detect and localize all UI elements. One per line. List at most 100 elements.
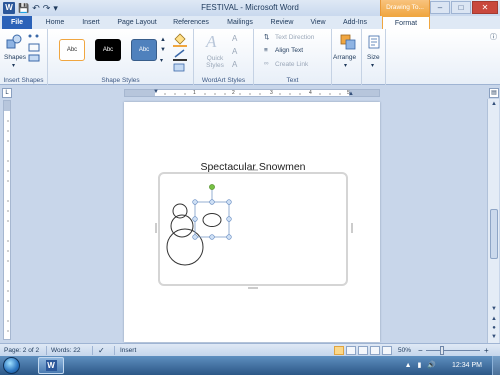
text-direction-button[interactable]: Text Direction bbox=[275, 34, 314, 41]
arrange-button[interactable]: Arrange bbox=[333, 54, 356, 61]
create-link-button[interactable]: Create Link bbox=[275, 61, 308, 68]
group-arrange: Arrange ▾ bbox=[332, 29, 362, 85]
quick-styles-button[interactable]: Quick Styles bbox=[204, 55, 226, 69]
group-insert-shapes: Shapes ▾ Insert Shapes bbox=[0, 29, 48, 85]
shape-style-3[interactable]: Abc bbox=[131, 39, 157, 61]
zoom-slider-thumb[interactable] bbox=[440, 346, 444, 355]
size-icon[interactable] bbox=[367, 34, 381, 50]
redo-icon[interactable]: ↷ bbox=[43, 2, 51, 14]
web-layout-icon[interactable] bbox=[358, 346, 368, 355]
shapes-dropdown-icon[interactable]: ▾ bbox=[12, 62, 15, 69]
edit-shape-icon[interactable] bbox=[27, 33, 41, 63]
shape-style-1[interactable]: Abc bbox=[59, 39, 85, 61]
resize-handles[interactable] bbox=[192, 199, 232, 240]
tab-insert[interactable]: Insert bbox=[76, 16, 106, 29]
shapes-button[interactable]: Shapes bbox=[4, 54, 26, 61]
styles-more-icon[interactable]: ▾ bbox=[160, 57, 163, 64]
shapes-icon[interactable] bbox=[6, 34, 22, 50]
scroll-up-icon[interactable]: ▲ bbox=[489, 100, 499, 109]
next-page-icon[interactable]: ▼ bbox=[489, 333, 499, 342]
system-tray-icons[interactable]: ▲ ▮ 🔊 bbox=[405, 361, 438, 369]
ruler-number: 3 bbox=[270, 90, 273, 96]
align-text-button[interactable]: Align Text bbox=[275, 47, 303, 54]
shape-style-2[interactable]: Abc bbox=[95, 39, 121, 61]
tab-selector[interactable]: L bbox=[2, 88, 12, 98]
zoom-slider[interactable] bbox=[426, 350, 480, 351]
previous-page-icon[interactable]: ▲ bbox=[489, 315, 499, 324]
drawing-canvas-shapes[interactable] bbox=[154, 168, 354, 290]
window-title: FESTIVAL - Microsoft Word bbox=[201, 3, 299, 12]
right-indent-marker-icon[interactable]: ▲ bbox=[348, 91, 354, 97]
group-text: ⇅ Text Direction ≡ Align Text ∞ Create L… bbox=[254, 29, 332, 85]
tab-add-ins[interactable]: Add-Ins bbox=[338, 16, 372, 29]
rotation-handle[interactable] bbox=[209, 184, 215, 190]
text-outline-icon[interactable]: A bbox=[232, 47, 237, 56]
selected-oval-shape[interactable] bbox=[202, 213, 222, 227]
scroll-down-icon[interactable]: ▼ bbox=[489, 305, 499, 314]
taskbar-word-button[interactable]: W bbox=[38, 357, 64, 374]
snowman-head-circle[interactable] bbox=[172, 203, 188, 219]
close-button[interactable]: ✕ bbox=[472, 1, 498, 14]
size-dropdown-icon[interactable]: ▾ bbox=[371, 62, 374, 69]
ribbon-tabs: File Home Insert Page Layout References … bbox=[0, 16, 500, 29]
document-page[interactable]: Spectacular Snowmen bbox=[124, 102, 380, 342]
align-text-icon[interactable]: ≡ bbox=[264, 47, 268, 54]
snowman-middle-circle[interactable] bbox=[170, 214, 194, 238]
tab-review[interactable]: Review bbox=[266, 16, 298, 29]
full-screen-reading-icon[interactable] bbox=[346, 346, 356, 355]
styles-scroll-up-icon[interactable]: ▲ bbox=[160, 37, 166, 43]
outline-view-icon[interactable] bbox=[370, 346, 380, 355]
document-area[interactable]: Spectacular Snowmen bbox=[14, 99, 486, 342]
drawing-tools-context-label: Drawing To... bbox=[380, 0, 430, 16]
create-link-icon[interactable]: ∞ bbox=[264, 60, 269, 67]
arrange-icon[interactable] bbox=[340, 34, 356, 50]
group-size: Size ▾ bbox=[362, 29, 386, 85]
show-desktop-button[interactable] bbox=[492, 356, 500, 375]
tab-references[interactable]: References bbox=[168, 16, 214, 29]
minimize-button[interactable]: – bbox=[430, 1, 450, 14]
size-button[interactable]: Size bbox=[367, 54, 380, 61]
ruler-ticks bbox=[164, 93, 341, 95]
word-app-icon[interactable]: W bbox=[3, 2, 15, 14]
vertical-ruler-ticks bbox=[7, 120, 9, 332]
vertical-scrollbar[interactable]: ▲ ▼ ▲ ● ▼ bbox=[487, 99, 499, 343]
ruler-number: 4 bbox=[309, 90, 312, 96]
snowman-body-circle[interactable] bbox=[166, 228, 204, 266]
indent-marker-icon[interactable]: ▼ bbox=[153, 89, 159, 95]
horizontal-ruler[interactable]: 1 2 3 4 5 ▼ ▲ bbox=[124, 89, 380, 97]
word-taskbar-icon: W bbox=[45, 360, 57, 371]
text-group-label: Text bbox=[286, 77, 299, 84]
start-button[interactable] bbox=[3, 357, 20, 374]
save-icon[interactable]: 💾 bbox=[18, 2, 29, 14]
text-effects-icon[interactable]: A bbox=[232, 60, 237, 69]
tab-view[interactable]: View bbox=[306, 16, 330, 29]
window-controls: – □ ✕ bbox=[430, 1, 498, 14]
tab-format[interactable]: Format bbox=[382, 16, 430, 29]
maximize-button[interactable]: □ bbox=[451, 1, 471, 14]
arrange-dropdown-icon[interactable]: ▾ bbox=[344, 62, 347, 69]
draft-view-icon[interactable] bbox=[382, 346, 392, 355]
scrollbar-thumb[interactable] bbox=[490, 209, 498, 259]
selection-box bbox=[194, 201, 230, 238]
print-layout-view-icon[interactable] bbox=[334, 346, 344, 355]
select-browse-object-icon[interactable]: ● bbox=[489, 324, 499, 333]
tab-mailings[interactable]: Mailings bbox=[222, 16, 258, 29]
ribbon: Shapes ▾ Insert Shapes Abc Abc Abc ▲ ▼ ▾… bbox=[0, 29, 500, 85]
group-shape-styles: Abc Abc Abc ▲ ▼ ▾ Shape Styles bbox=[48, 29, 194, 85]
view-ruler-toggle[interactable]: ▤ bbox=[489, 88, 499, 98]
undo-icon[interactable]: ↶ bbox=[32, 2, 40, 14]
taskbar-clock[interactable]: 12:34 PM bbox=[452, 356, 482, 375]
vertical-ruler[interactable] bbox=[3, 100, 11, 340]
shape-fill-outline-effects-icons[interactable] bbox=[172, 33, 190, 73]
text-fill-icon[interactable]: A bbox=[232, 34, 237, 43]
tab-home[interactable]: Home bbox=[40, 16, 70, 29]
tab-file[interactable]: File bbox=[2, 16, 32, 29]
help-icon[interactable]: ⓘ bbox=[490, 32, 497, 42]
customize-qat-icon[interactable]: ▾ bbox=[53, 2, 58, 14]
ruler-number: 1 bbox=[193, 90, 196, 96]
tab-page-layout[interactable]: Page Layout bbox=[114, 16, 160, 29]
quick-styles-a-icon[interactable]: A bbox=[206, 32, 216, 52]
styles-scroll-down-icon[interactable]: ▼ bbox=[160, 47, 166, 53]
status-bar: Page: 2 of 2 Words: 22 ✓ Insert 50% − + bbox=[0, 343, 500, 356]
text-direction-icon[interactable]: ⇅ bbox=[264, 33, 269, 41]
